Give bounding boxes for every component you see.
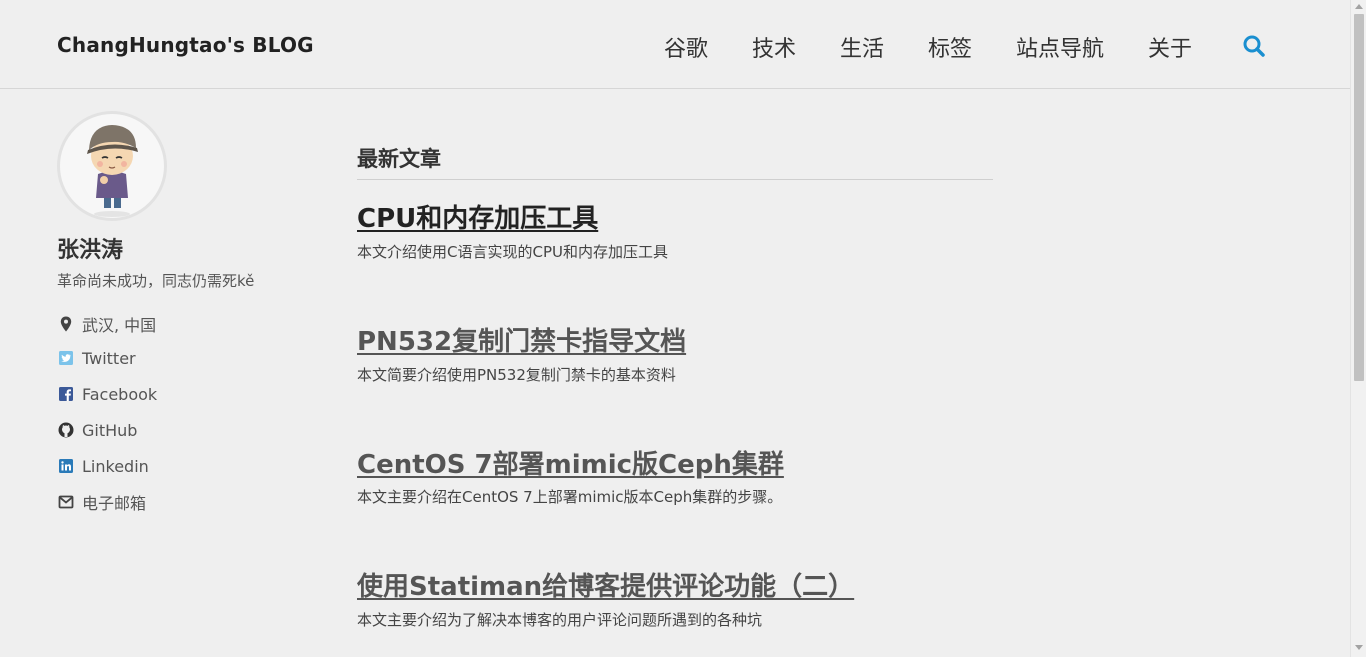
section-divider bbox=[357, 179, 993, 180]
email-icon bbox=[58, 495, 74, 509]
scroll-thumb[interactable] bbox=[1354, 14, 1364, 381]
email-link-label: 电子邮箱 bbox=[82, 494, 147, 513]
post-title[interactable]: CPU和内存加压工具 bbox=[357, 198, 598, 235]
facebook-icon bbox=[59, 387, 73, 401]
nav-item-google[interactable]: 谷歌 bbox=[664, 31, 708, 63]
author-location-label: 武汉, 中国 bbox=[82, 316, 157, 335]
post-title[interactable]: CentOS 7部署mimic版Ceph集群 bbox=[357, 444, 784, 481]
post-excerpt: 本文介绍使用C语言实现的CPU和内存加压工具 bbox=[357, 243, 668, 261]
post-excerpt: 本文简要介绍使用PN532复制门禁卡的基本资料 bbox=[357, 366, 676, 384]
scroll-down-arrow-icon[interactable] bbox=[1355, 645, 1363, 650]
post-title[interactable]: PN532复制门禁卡指导文档 bbox=[357, 321, 686, 358]
section-title: 最新文章 bbox=[357, 147, 441, 171]
site-header: ChangHungtao's BLOG 谷歌 技术 生活 标签 站点导航 关于 bbox=[0, 0, 1350, 89]
nav-item-about[interactable]: 关于 bbox=[1148, 31, 1192, 63]
facebook-link-label: Facebook bbox=[82, 384, 158, 404]
author-bio: 革命尚未成功，同志仍需死kě bbox=[57, 272, 255, 290]
post-excerpt: 本文主要介绍为了解决本博客的用户评论问题所遇到的各种坑 bbox=[357, 611, 763, 629]
linkedin-link[interactable]: Linkedin bbox=[57, 455, 149, 477]
twitter-icon bbox=[59, 351, 73, 365]
author-location: 武汉, 中国 bbox=[57, 313, 156, 335]
github-link-label: GitHub bbox=[82, 420, 138, 440]
twitter-link-label: Twitter bbox=[82, 348, 136, 368]
post-excerpt: 本文主要介绍在CentOS 7上部署mimic版本Ceph集群的步骤。 bbox=[357, 488, 783, 506]
post-title[interactable]: 使用Statiman给博客提供评论功能（二） bbox=[357, 566, 854, 603]
github-icon bbox=[58, 422, 74, 438]
nav-item-life[interactable]: 生活 bbox=[840, 31, 884, 63]
scroll-up-arrow-icon[interactable] bbox=[1355, 4, 1363, 9]
page-scrollbar[interactable] bbox=[1350, 0, 1366, 657]
linkedin-link-label: Linkedin bbox=[82, 456, 149, 476]
nav-item-site-nav[interactable]: 站点导航 bbox=[1016, 31, 1104, 63]
nav-item-tags[interactable]: 标签 bbox=[928, 31, 972, 63]
main-nav: 谷歌 技术 生活 标签 站点导航 关于 bbox=[0, 31, 1350, 63]
nav-item-tech[interactable]: 技术 bbox=[752, 31, 796, 63]
author-name: 张洪涛 bbox=[57, 238, 124, 263]
linkedin-icon bbox=[59, 459, 73, 473]
twitter-link[interactable]: Twitter bbox=[57, 347, 136, 369]
email-link[interactable]: 电子邮箱 bbox=[57, 491, 146, 513]
location-pin-icon bbox=[60, 316, 72, 332]
facebook-link[interactable]: Facebook bbox=[57, 383, 157, 405]
avatar bbox=[57, 111, 167, 221]
avatar-cartoon-icon bbox=[87, 125, 138, 217]
search-icon[interactable] bbox=[1242, 34, 1266, 58]
github-link[interactable]: GitHub bbox=[57, 419, 137, 441]
